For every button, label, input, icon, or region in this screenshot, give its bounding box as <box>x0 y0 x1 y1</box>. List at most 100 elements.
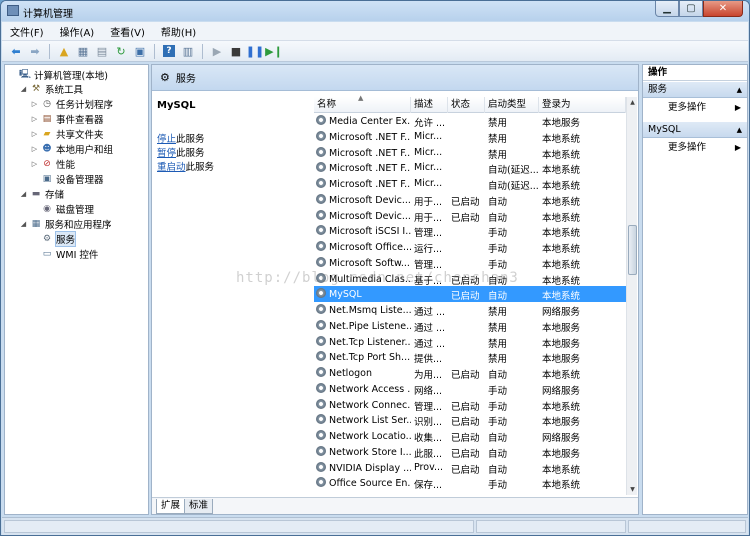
menu-view[interactable]: 查看(V) <box>110 24 145 39</box>
maximize-button[interactable]: ▢ <box>679 1 703 17</box>
service-name-text: Microsoft iSCSI I... <box>329 226 411 238</box>
service-gear-icon <box>316 351 326 362</box>
service-row[interactable]: Microsoft .NET F... Micr... 禁用 本地系统 <box>314 145 626 161</box>
scrollbar-thumb[interactable] <box>628 225 637 275</box>
menu-action[interactable]: 操作(A) <box>60 24 95 39</box>
menu-file[interactable]: 文件(F) <box>10 24 44 39</box>
actions-section-mysql[interactable]: MySQL ▲ <box>643 122 747 138</box>
collapse-up-icon[interactable]: ▲ <box>737 82 742 98</box>
service-name-text: Microsoft Devic... <box>329 194 411 206</box>
tree-item[interactable]: ◢ ⚒ 系统工具 <box>19 81 83 96</box>
tree-collapse-icon[interactable]: ◢ <box>19 85 28 93</box>
show-action-pane-button[interactable]: ▥ <box>180 43 196 59</box>
tree-collapse-icon[interactable]: ◢ <box>19 190 28 198</box>
service-row[interactable]: Network Store I... 此服... 已启动 自动 本地服务 <box>314 444 626 460</box>
service-gear-icon <box>316 461 326 472</box>
service-row[interactable]: Network List Ser... 识别... 已启动 手动 本地服务 <box>314 412 626 428</box>
service-row[interactable]: Media Center Ex... 允许 ... 禁用 本地服务 <box>314 113 626 129</box>
service-row[interactable]: Microsoft Softw... 管理... 手动 本地系统 <box>314 255 626 271</box>
tree-expand-icon[interactable]: ▷ <box>30 100 39 108</box>
show-hide-tree-button[interactable]: ▦ <box>75 43 91 59</box>
close-button[interactable]: ✕ <box>703 1 743 17</box>
computer-management-icon <box>7 5 19 16</box>
column-header-logon-as[interactable]: 登录为 <box>539 97 626 113</box>
forward-button[interactable]: ➡ <box>27 43 43 59</box>
title-bar[interactable]: 计算机管理 ▁ ▢ ✕ <box>1 1 749 21</box>
tree-collapse-icon[interactable]: ◢ <box>19 220 28 228</box>
service-row[interactable]: Microsoft .NET F... Micr... 自动(延迟... 本地系统 <box>314 176 626 192</box>
service-row[interactable]: Net.Msmq Liste... 通过 ... 禁用 网络服务 <box>314 302 626 318</box>
pause-service-button[interactable]: ❚❚ <box>245 43 265 59</box>
service-startup-cell: 手动 <box>488 417 508 429</box>
scroll-up-arrow-icon[interactable]: ▲ <box>627 97 638 108</box>
tree-item[interactable]: ⚙ 服务 <box>30 230 77 247</box>
more-actions-mysql[interactable]: 更多操作 ▶ <box>643 140 747 155</box>
column-header-description[interactable]: 描述 <box>411 97 448 113</box>
service-row[interactable]: Network Locatio... 收集... 已启动 自动 网络服务 <box>314 428 626 444</box>
tree-expand-icon[interactable]: ▷ <box>30 145 39 153</box>
pause-link[interactable]: 暂停 <box>157 148 176 159</box>
export-icon: ▣ <box>134 44 146 58</box>
tree-item[interactable]: ▷ ◷ 任务计划程序 <box>30 96 113 111</box>
service-gear-icon <box>316 146 326 157</box>
column-header-status[interactable]: 状态 <box>448 97 485 113</box>
tree-item[interactable]: ◢ ▬ 存储 <box>19 186 64 201</box>
actions-section-services[interactable]: 服务 ▲ <box>643 82 747 98</box>
services-vertical-scrollbar[interactable]: ▲ ▼ <box>626 97 637 495</box>
service-row[interactable]: Office Source En... 保存... 手动 本地系统 <box>314 475 626 491</box>
service-row[interactable]: Netlogon 为用... 已启动 自动 本地系统 <box>314 365 626 381</box>
collapse-up-icon[interactable]: ▲ <box>737 122 742 138</box>
stop-link[interactable]: 停止 <box>157 134 176 145</box>
column-header-startup-type[interactable]: 启动类型 <box>485 97 539 113</box>
tab-extended[interactable]: 扩展 <box>156 499 186 514</box>
service-row[interactable]: MySQL 已启动 自动 本地系统 <box>314 286 626 302</box>
tree-item[interactable]: ◉ 磁盘管理 <box>30 201 94 216</box>
service-row[interactable]: Net.Tcp Port Sh... 提供... 禁用 本地服务 <box>314 349 626 365</box>
back-button[interactable]: ⬅ <box>8 43 24 59</box>
tab-standard[interactable]: 标准 <box>184 499 214 514</box>
tree-expand-icon[interactable]: ▷ <box>30 115 39 123</box>
service-row[interactable]: Microsoft Devic... 用于... 已启动 自动 本地系统 <box>314 208 626 224</box>
tree-item[interactable]: ▷ ▰ 共享文件夹 <box>30 126 104 141</box>
help-button[interactable]: ? <box>161 43 177 59</box>
service-row[interactable]: Microsoft .NET F... Micr... 自动(延迟... 本地系统 <box>314 160 626 176</box>
service-row[interactable]: NVIDIA Display ... Prov... 已启动 自动 本地系统 <box>314 460 626 476</box>
tree-item[interactable]: ▭ WMI 控件 <box>30 246 99 261</box>
service-row[interactable]: Microsoft .NET F... Micr... 禁用 本地系统 <box>314 129 626 145</box>
restart-link[interactable]: 重启动 <box>157 162 186 173</box>
column-header-name[interactable]: 名称 <box>314 97 411 113</box>
up-level-button[interactable]: ▲ <box>56 43 72 59</box>
tree-item[interactable]: ▷ ▤ 事件查看器 <box>30 111 104 126</box>
start-service-button[interactable]: ▶ <box>209 43 225 59</box>
service-row[interactable]: Network Access ... 网络... 手动 网络服务 <box>314 381 626 397</box>
service-row[interactable]: Net.Pipe Listene... 通过 ... 禁用 本地服务 <box>314 318 626 334</box>
stop-service-button[interactable]: ■ <box>228 43 244 59</box>
tree-item[interactable]: ▣ 设备管理器 <box>30 171 104 186</box>
tree-item[interactable]: ◢ ▦ 服务和应用程序 <box>19 216 112 231</box>
service-row[interactable]: Microsoft iSCSI I... 管理... 手动 本地系统 <box>314 223 626 239</box>
restart-service-link[interactable]: 重启动此服务 <box>157 159 214 173</box>
performance-icon: ⊘ <box>43 158 51 169</box>
tree-item[interactable]: ▷ ⊘ 性能 <box>30 156 75 171</box>
tree-expand-icon[interactable]: ▷ <box>30 160 39 168</box>
refresh-button[interactable]: ↻ <box>113 43 129 59</box>
more-actions-services[interactable]: 更多操作 ▶ <box>643 100 747 115</box>
tree-item[interactable]: 🖳 计算机管理(本地) <box>8 67 108 82</box>
tree-item-label: WMI 控件 <box>56 249 99 261</box>
service-logon-cell: 本地服务 <box>542 338 581 350</box>
service-row[interactable]: Microsoft Devic... 用于... 已启动 自动 本地系统 <box>314 192 626 208</box>
service-row[interactable]: Network Connec... 管理... 已启动 手动 本地系统 <box>314 397 626 413</box>
pause-service-link[interactable]: 暂停此服务 <box>157 145 205 159</box>
tree-expand-icon[interactable]: ▷ <box>30 130 39 138</box>
restart-service-button[interactable]: ▶❙ <box>265 43 283 59</box>
service-row[interactable]: Microsoft Office... 运行... 手动 本地系统 <box>314 239 626 255</box>
scroll-down-arrow-icon[interactable]: ▼ <box>627 484 638 495</box>
tree-item[interactable]: ▷ ☻ 本地用户和组 <box>30 141 113 156</box>
export-list-button[interactable]: ▣ <box>132 43 148 59</box>
minimize-button[interactable]: ▁ <box>655 1 679 17</box>
service-row[interactable]: Net.Tcp Listener... 通过 ... 禁用 本地服务 <box>314 334 626 350</box>
pause-icon: ❚❚ <box>245 44 265 58</box>
properties-button[interactable]: ▤ <box>94 43 110 59</box>
menu-help[interactable]: 帮助(H) <box>161 24 196 39</box>
stop-service-link[interactable]: 停止此服务 <box>157 131 205 145</box>
